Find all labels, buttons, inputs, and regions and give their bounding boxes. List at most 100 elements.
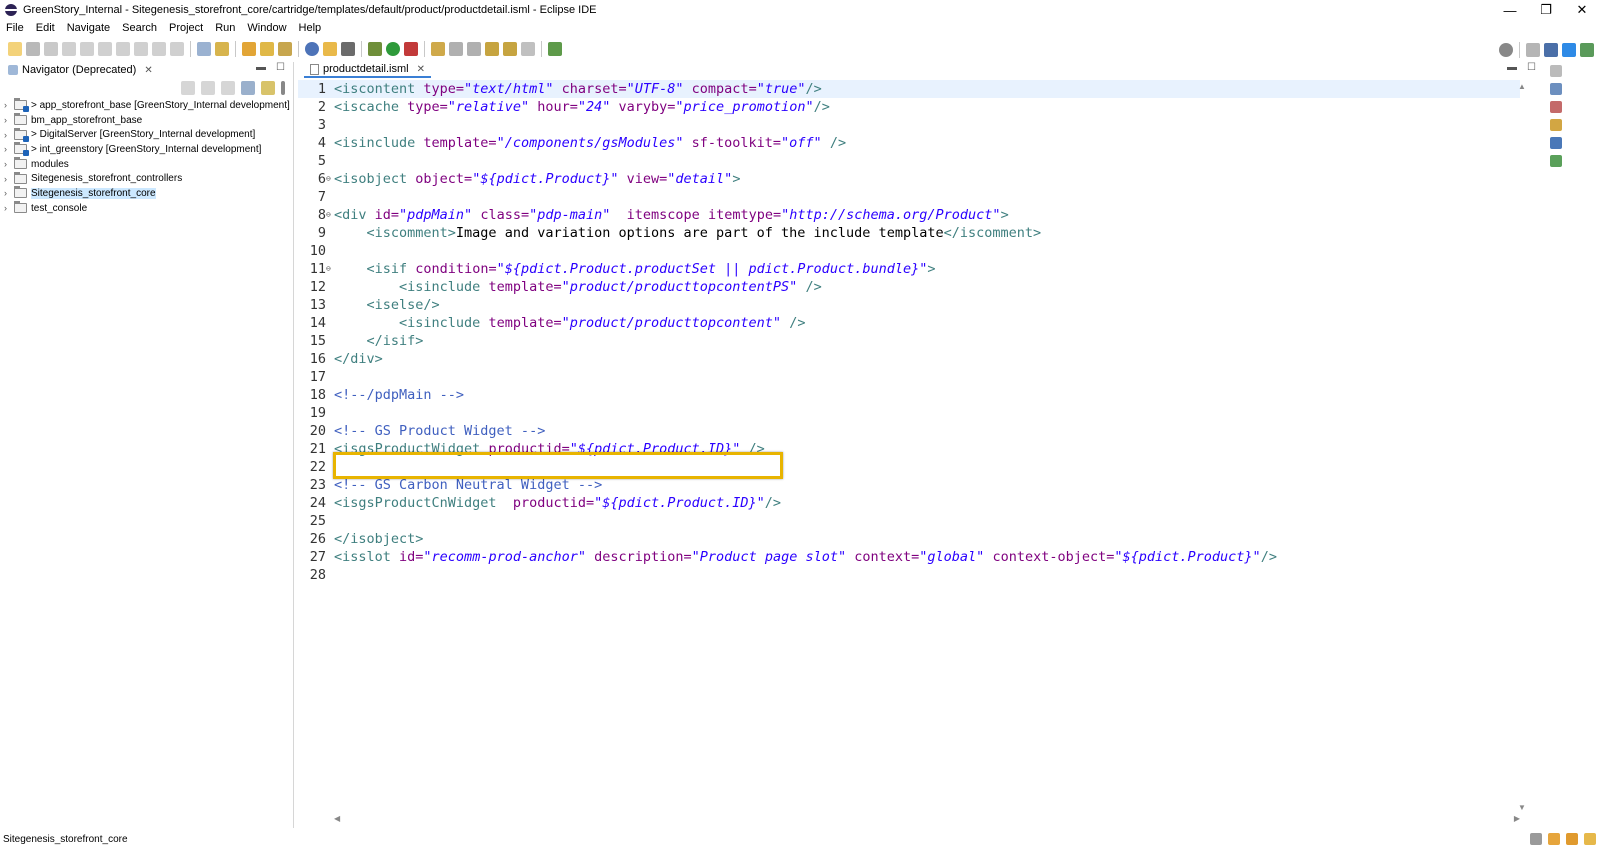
code-line[interactable]: 24 <isgsProductCnWidget productid="${pdic… [298, 494, 1520, 512]
step-into-icon[interactable] [134, 42, 148, 56]
collapse-all-icon[interactable] [241, 81, 255, 95]
previous-annotation-icon[interactable] [467, 42, 481, 56]
search-tool-icon[interactable] [431, 42, 445, 56]
new-element-icon[interactable] [341, 42, 355, 56]
debug-icon[interactable] [368, 42, 382, 56]
menu-edit[interactable]: Edit [30, 20, 61, 37]
menu-project[interactable]: Project [163, 20, 209, 37]
new-wizard-icon[interactable] [8, 42, 22, 56]
code-line[interactable]: 27 <isslot id="recomm-prod-anchor" descri… [298, 548, 1520, 566]
active-perspective-icon[interactable] [1562, 43, 1576, 57]
code-line[interactable]: 10 [298, 242, 1520, 260]
code-line[interactable]: 1 <iscontent type="text/html" charset="UT… [298, 80, 1520, 98]
tree-item-sitegenesis-storefront-core[interactable]: › Sitegenesis_storefront_core [0, 186, 294, 201]
code-line[interactable]: 9 <iscomment>Image and variation options… [298, 224, 1520, 242]
scroll-right-icon[interactable]: ▶ [1514, 814, 1520, 823]
external-tools-icon[interactable] [404, 42, 418, 56]
tree-item-bm-app-storefront-base[interactable]: › bm_app_storefront_base [0, 113, 294, 128]
scroll-down-icon[interactable]: ▼ [1518, 803, 1526, 812]
code-line[interactable]: 19 [298, 404, 1520, 422]
tree-item-test-console[interactable]: › test_console [0, 201, 294, 216]
open-perspective-icon[interactable] [1526, 43, 1540, 57]
fold-toggle-icon[interactable]: ⊖ [326, 206, 331, 224]
code-line[interactable]: 15 </isif> [298, 332, 1520, 350]
minimize-icon[interactable]: ▬ [1507, 62, 1517, 73]
save-all-icon[interactable] [44, 42, 58, 56]
chevron-right-icon[interactable]: › [4, 188, 14, 198]
code-line[interactable]: 4 <isinclude template="/components/gsModu… [298, 134, 1520, 152]
disconnect-icon[interactable] [116, 42, 130, 56]
tree-item-modules[interactable]: › modules [0, 157, 294, 172]
step-return-icon[interactable] [170, 42, 184, 56]
up-icon[interactable] [221, 81, 235, 95]
code-line[interactable]: 25 [298, 512, 1520, 530]
restore-button[interactable]: ❐ [1528, 0, 1564, 20]
back-icon[interactable] [181, 81, 195, 95]
code-line[interactable]: 6 ⊖ <isobject object="${pdict.Product}" vi… [298, 170, 1520, 188]
chevron-right-icon[interactable]: › [4, 174, 14, 184]
servers-view-icon[interactable] [1550, 155, 1562, 167]
run-icon[interactable] [386, 42, 400, 56]
pin-editor-icon[interactable] [548, 42, 562, 56]
lightbulb-icon[interactable] [1584, 833, 1596, 845]
fold-toggle-icon[interactable]: ⊖ [326, 260, 331, 278]
save-icon[interactable] [26, 42, 40, 56]
code-line[interactable]: 17 [298, 368, 1520, 386]
chevron-right-icon[interactable]: › [4, 115, 14, 125]
horizontal-scrollbar[interactable]: ◀ ▶ [334, 814, 1520, 828]
code-line[interactable]: 12 <isinclude template="product/productt… [298, 278, 1520, 296]
chevron-right-icon[interactable]: › [4, 100, 14, 110]
view-menu-icon[interactable] [281, 81, 285, 95]
terminate-icon[interactable] [98, 42, 112, 56]
menu-run[interactable]: Run [209, 20, 241, 37]
menu-navigate[interactable]: Navigate [61, 20, 116, 37]
suspend-icon[interactable] [80, 42, 94, 56]
forward-icon[interactable] [521, 42, 535, 56]
close-icon[interactable]: ✕ [144, 65, 152, 76]
link-with-editor-icon[interactable] [261, 81, 275, 95]
code-line[interactable]: 26 </isobject> [298, 530, 1520, 548]
search-icon[interactable] [1499, 43, 1513, 57]
build-icon[interactable] [242, 42, 256, 56]
back-icon[interactable] [503, 42, 517, 56]
minimize-button[interactable]: — [1492, 0, 1528, 20]
last-edit-icon[interactable] [485, 42, 499, 56]
vertical-scrollbar[interactable]: ▲ ▼ [1516, 80, 1528, 814]
menu-file[interactable]: File [0, 20, 30, 37]
next-annotation-icon[interactable] [449, 42, 463, 56]
editor-tab-productdetail[interactable]: productdetail.isml ✕ [304, 62, 431, 78]
notification-icon[interactable] [1548, 833, 1560, 845]
console-view-icon[interactable] [1550, 137, 1562, 149]
scroll-up-icon[interactable]: ▲ [1518, 82, 1526, 91]
navigator-tab[interactable]: Navigator (Deprecated) ✕ [2, 62, 157, 78]
package-icon[interactable] [260, 42, 274, 56]
code-line[interactable]: 5 [298, 152, 1520, 170]
maximize-icon[interactable]: ☐ [276, 62, 285, 73]
sync-icon[interactable] [1530, 833, 1542, 845]
tree-item-sitegenesis-storefront-controllers[interactable]: › Sitegenesis_storefront_controllers [0, 171, 294, 186]
chevron-right-icon[interactable]: › [4, 144, 14, 154]
chevron-right-icon[interactable]: › [4, 203, 14, 213]
code-editor[interactable]: 1 <iscontent type="text/html" charset="UT… [298, 80, 1520, 814]
tree-item-digitalserver[interactable]: › > DigitalServer [GreenStory_Internal d… [0, 127, 294, 142]
tree-item-app-storefront-base[interactable]: › > app_storefront_base [GreenStory_Inte… [0, 98, 294, 113]
step-over-icon[interactable] [152, 42, 166, 56]
code-line[interactable]: 18 <!--/pdpMain --> [298, 386, 1520, 404]
upload-icon[interactable] [278, 42, 292, 56]
resume-icon[interactable] [62, 42, 76, 56]
problems-view-icon[interactable] [1550, 101, 1562, 113]
forward-icon[interactable] [201, 81, 215, 95]
tree-item-int-greenstory[interactable]: › > int_greenstory [GreenStory_Internal … [0, 142, 294, 157]
menu-window[interactable]: Window [241, 20, 292, 37]
outline-view-icon[interactable] [1550, 83, 1562, 95]
menu-help[interactable]: Help [293, 20, 328, 37]
code-line[interactable]: 14 <isinclude template="product/productt… [298, 314, 1520, 332]
code-line[interactable]: 16 </div> [298, 350, 1520, 368]
debug-perspective-icon[interactable] [1580, 43, 1594, 57]
close-button[interactable]: ✕ [1564, 0, 1600, 20]
code-line[interactable]: 3 [298, 116, 1520, 134]
code-line[interactable]: 8 ⊖ <div id="pdpMain" class="pdp-main" ite… [298, 206, 1520, 224]
fold-toggle-icon[interactable]: ⊖ [326, 170, 331, 188]
scroll-left-icon[interactable]: ◀ [334, 814, 340, 823]
minimize-icon[interactable]: ▬ [256, 62, 266, 73]
